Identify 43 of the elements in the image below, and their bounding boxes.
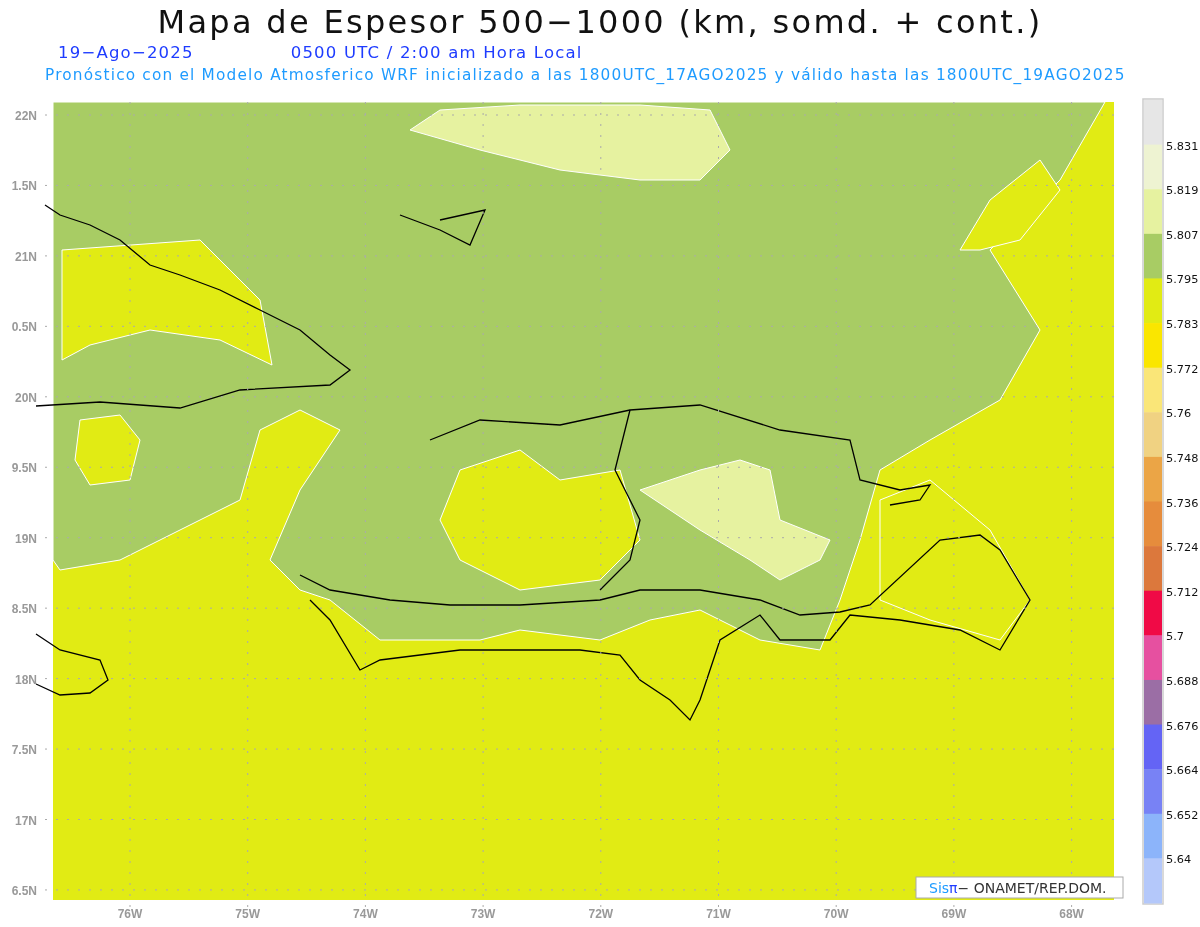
colorbar-label: 5.831 (1166, 139, 1199, 153)
colorbar-label: 5.724 (1166, 541, 1199, 555)
longitude-label: 73W (470, 907, 496, 921)
latitude-label: 0.5N (11, 320, 37, 335)
latitude-label: 1.5N (11, 179, 37, 194)
latitude-label: 18N (15, 672, 37, 687)
colorbar-label: 5.807 (1166, 228, 1199, 242)
longitude-label: 72W (588, 907, 614, 921)
longitude-label: 74W (353, 907, 378, 921)
latitude-label: 22N (15, 109, 37, 123)
longitude-label: 71W (706, 907, 731, 921)
forecast-description: Pronóstico con el Modelo Atmosferico WRF inicializado a las 1800UTC_17AGO2025 y válido hasta las 1800UTC_19AGO2025 (44, 65, 1127, 86)
colorbar-label: 5.819 (1166, 184, 1199, 198)
colorbar-label: 5.76 (1166, 407, 1192, 421)
credit-label: Sisπ− ONAMET/REP.DOM. (915, 876, 1124, 899)
time-label: 0500 UTC / 2:00 am Hora Local (290, 42, 583, 64)
colorbar-label: 5.7 (1166, 630, 1184, 644)
colorbar-label: 5.783 (1166, 318, 1199, 332)
longitude-label: 68W (1059, 907, 1084, 921)
colorbar-label: 5.664 (1166, 764, 1199, 778)
colorbar-label: 5.64 (1166, 853, 1192, 867)
colorbar-label: 5.748 (1166, 451, 1199, 465)
colorbar-label: 5.688 (1166, 674, 1199, 688)
longitude-label: 76W (117, 907, 143, 921)
colorbar-label: 5.795 (1166, 273, 1199, 287)
longitude-label: 75W (235, 907, 261, 921)
latitude-label: 21N (15, 249, 37, 264)
colorbar-label: 5.772 (1166, 362, 1199, 376)
date-label: 19−Ago−2025 (58, 42, 194, 64)
colorbar-label: 5.652 (1166, 808, 1199, 822)
map-title: Mapa de Espesor 500−1000 (km, somd. + cont.) (156, 2, 1044, 42)
latitude-label: 20N (15, 390, 37, 405)
latitude-label: 6.5N (11, 883, 37, 898)
colorbar-label: 5.676 (1166, 719, 1199, 733)
colorbar-label: 5.712 (1166, 585, 1199, 599)
longitude-label: 69W (941, 907, 967, 921)
latitude-label: 19N (15, 531, 37, 546)
colorbar-label: 5.736 (1166, 496, 1199, 510)
latitude-label: 17N (15, 813, 37, 828)
longitude-label: 70W (823, 907, 849, 921)
latitude-label: 7.5N (11, 743, 37, 758)
latitude-label: 8.5N (11, 602, 37, 617)
latitude-label: 9.5N (11, 461, 37, 476)
